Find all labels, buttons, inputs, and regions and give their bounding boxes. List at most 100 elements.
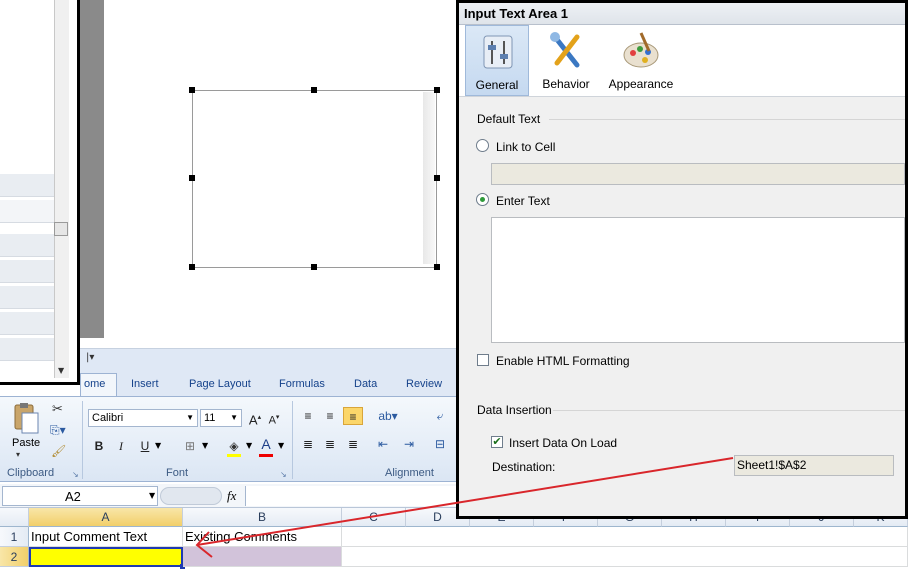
align-center-icon[interactable]: ≣ bbox=[320, 435, 340, 453]
wrap-text-icon[interactable]: ⤶ bbox=[430, 407, 450, 425]
dialog-launcher-icon[interactable]: ↘ bbox=[72, 470, 79, 479]
font-color-swatch bbox=[259, 454, 273, 457]
shrink-font-icon[interactable]: A▾ bbox=[264, 409, 284, 427]
align-top-icon[interactable]: ≡ bbox=[298, 407, 318, 425]
list-item[interactable] bbox=[0, 338, 54, 361]
paste-button[interactable]: Paste bbox=[12, 437, 40, 449]
paste-dropdown-icon[interactable]: ▾ bbox=[16, 450, 20, 459]
font-color-icon[interactable]: A bbox=[256, 435, 276, 453]
enter-text-radio[interactable] bbox=[476, 193, 489, 206]
enable-html-checkbox[interactable] bbox=[477, 354, 489, 366]
borders-icon[interactable]: ⊞ bbox=[180, 437, 200, 455]
underline-dropdown-icon[interactable]: ▼ bbox=[155, 441, 161, 450]
text-area-component[interactable] bbox=[192, 90, 437, 268]
list-item[interactable] bbox=[0, 234, 54, 257]
align-left-icon[interactable]: ≣ bbox=[298, 435, 318, 453]
scroll-down-icon[interactable]: ▼ bbox=[58, 366, 64, 375]
tab-appearance[interactable]: Appearance bbox=[603, 25, 679, 96]
default-text-section-label: Default Text bbox=[477, 112, 541, 126]
dialog-title-bar[interactable]: Input Text Area 1 bbox=[459, 3, 905, 25]
paste-icon[interactable] bbox=[10, 401, 40, 435]
list-item[interactable] bbox=[0, 174, 54, 197]
destination-input[interactable]: Sheet1!$A$2 bbox=[734, 455, 894, 476]
tab-review[interactable]: Review bbox=[406, 378, 442, 390]
link-to-cell-radio[interactable] bbox=[476, 139, 489, 152]
resize-handle[interactable] bbox=[189, 87, 195, 93]
align-middle-icon[interactable]: ≡ bbox=[320, 407, 340, 425]
font-size-select[interactable]: 11 ▼ bbox=[200, 409, 242, 427]
cut-icon[interactable]: ✂ bbox=[52, 402, 63, 417]
font-name-select[interactable]: Calibri ▼ bbox=[88, 409, 198, 427]
empty-cells-row-1[interactable] bbox=[342, 527, 908, 547]
column-header[interactable]: C bbox=[342, 508, 406, 527]
dialog-tabs: General Behavior Appearance bbox=[459, 25, 905, 97]
increase-indent-icon[interactable]: ⇥ bbox=[399, 435, 419, 453]
tab-behavior[interactable]: Behavior bbox=[535, 25, 597, 96]
empty-cells-row-2[interactable] bbox=[342, 547, 908, 567]
insert-data-on-load-checkbox[interactable]: ✔ bbox=[491, 436, 503, 448]
cell-a2[interactable] bbox=[29, 547, 183, 567]
formula-bar-splitter[interactable] bbox=[160, 487, 222, 505]
tab-general[interactable]: General bbox=[465, 25, 529, 96]
underline-button[interactable]: U bbox=[135, 437, 155, 455]
cell-b2[interactable] bbox=[183, 547, 342, 567]
scrollbar-thumb[interactable] bbox=[54, 222, 68, 236]
cell-a1[interactable]: Input Comment Text bbox=[29, 527, 183, 547]
fill-color-swatch bbox=[227, 454, 241, 457]
italic-button[interactable]: I bbox=[111, 437, 131, 455]
enable-html-label: Enable HTML Formatting bbox=[496, 354, 630, 368]
chevron-down-icon: ▼ bbox=[186, 413, 194, 422]
resize-handle[interactable] bbox=[189, 264, 195, 270]
tab-data[interactable]: Data bbox=[354, 378, 377, 390]
data-insertion-section-label: Data Insertion bbox=[477, 403, 552, 417]
resize-handle[interactable] bbox=[434, 175, 440, 181]
list-item[interactable] bbox=[0, 312, 54, 335]
tab-home-label[interactable]: ome bbox=[84, 378, 105, 390]
column-header[interactable]: B bbox=[183, 508, 342, 527]
align-right-icon[interactable]: ≣ bbox=[343, 435, 363, 453]
format-painter-icon[interactable]: 🖌 bbox=[51, 444, 66, 458]
orientation-icon[interactable]: ab▾ bbox=[378, 407, 398, 425]
resize-handle[interactable] bbox=[434, 87, 440, 93]
resize-handle[interactable] bbox=[311, 264, 317, 270]
dialog-launcher-icon[interactable]: ↘ bbox=[280, 470, 287, 479]
customize-toolbar-icon[interactable]: |▾ bbox=[86, 352, 94, 363]
section-divider bbox=[553, 410, 905, 411]
list-item[interactable] bbox=[0, 286, 54, 309]
resize-handle[interactable] bbox=[311, 87, 317, 93]
enter-text-area[interactable] bbox=[491, 217, 905, 343]
row-header[interactable]: 1 bbox=[0, 527, 29, 547]
resize-handle[interactable] bbox=[434, 264, 440, 270]
resize-handle[interactable] bbox=[189, 175, 195, 181]
fill-dropdown-icon[interactable]: ▼ bbox=[246, 441, 252, 450]
decrease-indent-icon[interactable]: ⇤ bbox=[373, 435, 393, 453]
column-header[interactable]: A bbox=[29, 508, 183, 527]
formula-input[interactable] bbox=[245, 486, 456, 506]
link-to-cell-label: Link to Cell bbox=[496, 140, 556, 154]
select-all-corner[interactable] bbox=[0, 508, 29, 527]
list-item[interactable] bbox=[0, 200, 54, 223]
copy-icon[interactable]: ⎘▾ bbox=[50, 423, 66, 438]
row-header[interactable]: 2 bbox=[0, 547, 29, 567]
grow-font-icon[interactable]: A▴ bbox=[245, 409, 265, 427]
insert-data-on-load-label: Insert Data On Load bbox=[509, 436, 618, 450]
insert-function-button[interactable]: fx bbox=[227, 488, 236, 504]
fill-color-icon[interactable]: ◈ bbox=[224, 437, 244, 455]
bold-button[interactable]: B bbox=[89, 437, 109, 455]
list-item[interactable] bbox=[0, 260, 54, 283]
left-scrollbar[interactable] bbox=[54, 0, 69, 378]
tab-insert[interactable]: Insert bbox=[131, 378, 159, 390]
borders-dropdown-icon[interactable]: ▼ bbox=[202, 441, 208, 450]
tab-general-label: General bbox=[475, 78, 519, 92]
tab-formulas[interactable]: Formulas bbox=[279, 378, 325, 390]
name-box-dropdown-icon[interactable]: ▼ bbox=[149, 491, 155, 500]
merge-center-icon[interactable]: ⊟ bbox=[430, 435, 450, 453]
cell-b1[interactable]: Existing Comments bbox=[183, 527, 342, 547]
tab-page-layout[interactable]: Page Layout bbox=[189, 378, 251, 390]
font-color-dropdown-icon[interactable]: ▼ bbox=[278, 441, 284, 450]
quick-access-toolbar: |▾ bbox=[80, 348, 456, 371]
link-to-cell-input[interactable] bbox=[491, 163, 905, 185]
align-bottom-icon[interactable]: ≡ bbox=[343, 407, 363, 425]
canvas-gutter bbox=[80, 0, 104, 338]
name-box[interactable]: A2 ▼ bbox=[2, 486, 158, 506]
